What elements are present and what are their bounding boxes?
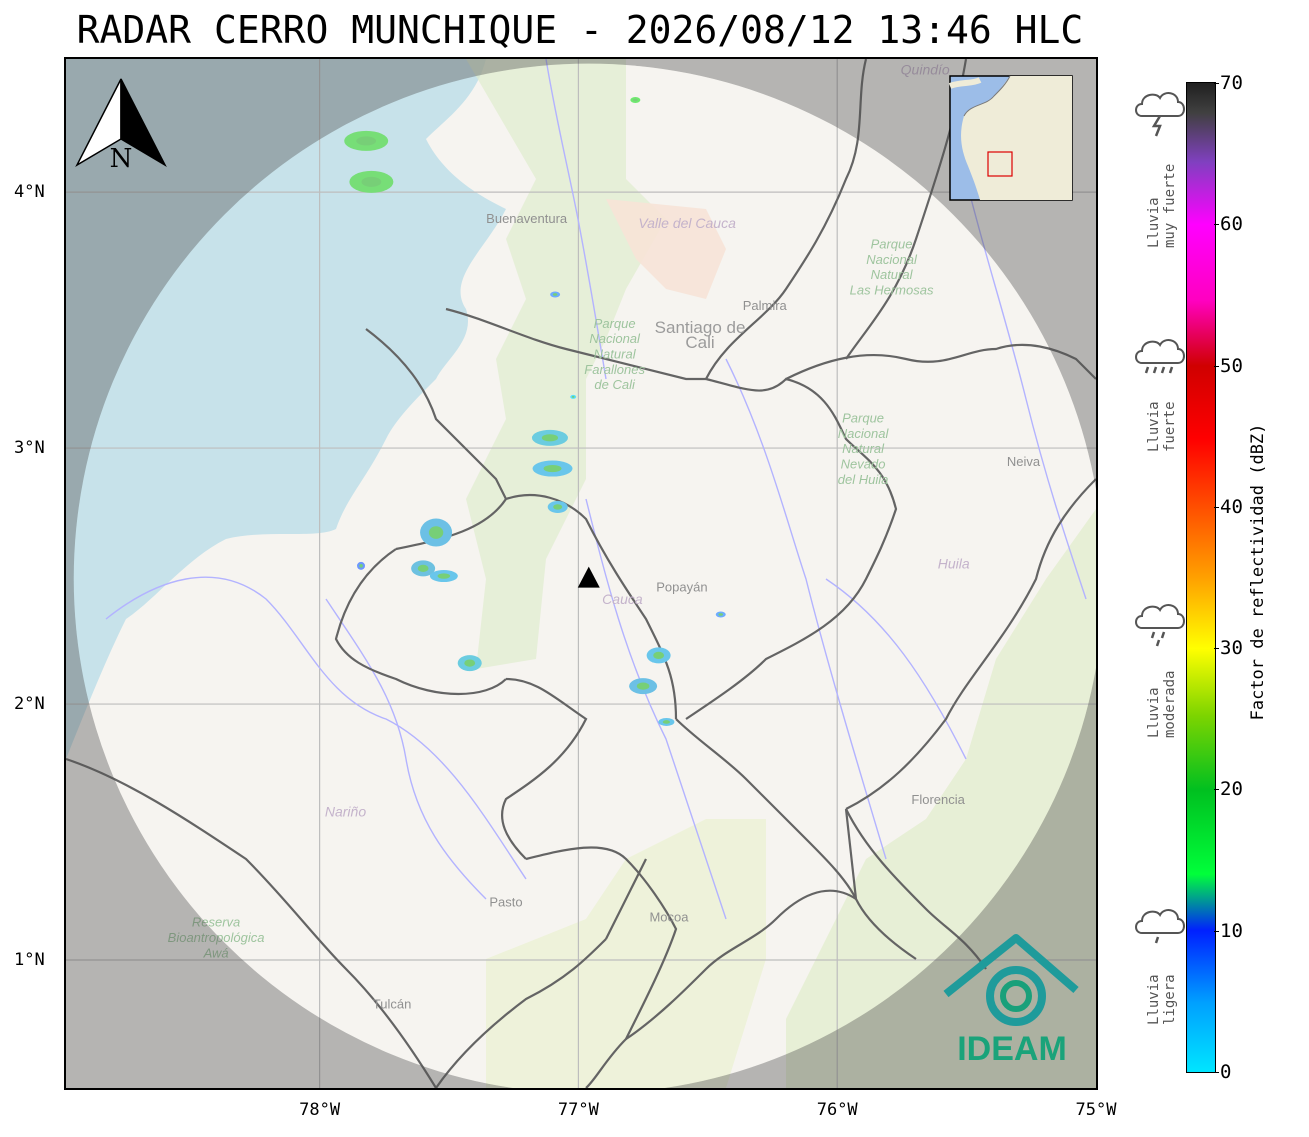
radar-map[interactable]: BuenaventuraValle del CaucaPalmiraSantia… xyxy=(64,57,1098,1090)
map-canvas: BuenaventuraValle del CaucaPalmiraSantia… xyxy=(66,59,1096,1088)
colorbar-tick-label: 20 xyxy=(1220,778,1243,801)
colorbar-tick-mark xyxy=(1214,365,1219,367)
north-arrow-letter: N xyxy=(110,144,133,174)
x-tick-label: 76°W xyxy=(816,1100,858,1120)
colorbar-tick-mark xyxy=(1214,930,1219,932)
rain-category-line1: Lluvia xyxy=(1146,974,1162,1025)
rain-category-line1: Lluvia xyxy=(1146,687,1162,738)
colorbar-tick-mark xyxy=(1214,83,1219,84)
moderate-rain-cloud-icon xyxy=(1132,598,1188,654)
logo-text: IDEAM xyxy=(957,1030,1067,1068)
colorbar-tick-mark xyxy=(1214,789,1219,791)
colorbar-tick-label: 10 xyxy=(1220,919,1243,942)
rain-category-label: Lluvia moderada xyxy=(1146,671,1178,738)
inset-locator-map xyxy=(948,75,1073,201)
heavy-rain-cloud-icon xyxy=(1132,333,1188,389)
colorbar-tick-label: 60 xyxy=(1220,213,1243,236)
rain-category-line2: ligera xyxy=(1162,974,1178,1025)
rain-category-line1: Lluvia xyxy=(1146,401,1162,452)
rain-category-line2: moderada xyxy=(1162,670,1178,738)
y-tick-label: 4°N xyxy=(14,182,45,203)
x-tick-label: 77°W xyxy=(557,1100,599,1120)
colorbar-tick-mark xyxy=(1214,506,1219,508)
rain-category-line2: muy fuerte xyxy=(1162,163,1178,248)
x-tick-label: 78°W xyxy=(299,1100,341,1120)
colorbar-tick-mark xyxy=(1214,648,1219,650)
rain-category-line2: fuerte xyxy=(1162,401,1178,452)
storm-cloud-icon xyxy=(1132,86,1188,142)
colorbar xyxy=(1186,82,1216,1073)
x-tick-label: 75°W xyxy=(1075,1100,1117,1120)
colorbar-tick-label: 0 xyxy=(1220,1061,1232,1083)
light-rain-cloud-icon xyxy=(1132,903,1188,959)
colorbar-tick-mark xyxy=(1214,1072,1219,1073)
rain-category-label: Lluvia ligera xyxy=(1146,974,1178,1025)
rain-category-label: Lluvia muy fuerte xyxy=(1146,164,1178,248)
colorbar-tick-mark xyxy=(1214,224,1219,226)
rain-category-label: Lluvia fuerte xyxy=(1146,401,1178,452)
page-title: RADAR CERRO MUNCHIQUE - 2026/08/12 13:46… xyxy=(76,8,1084,52)
colorbar-tick-label: 40 xyxy=(1220,495,1243,518)
y-tick-label: 3°N xyxy=(14,438,45,459)
colorbar-tick-label: 50 xyxy=(1220,354,1243,377)
rain-category-line1: Lluvia xyxy=(1146,197,1162,248)
colorbar-tick-label: 70 xyxy=(1220,72,1243,94)
colorbar-tick-label: 30 xyxy=(1220,637,1243,660)
y-tick-label: 1°N xyxy=(14,950,45,970)
colorbar-label: Factor de reflectividad (dBZ) xyxy=(1248,423,1268,721)
y-tick-label: 2°N xyxy=(14,694,45,715)
